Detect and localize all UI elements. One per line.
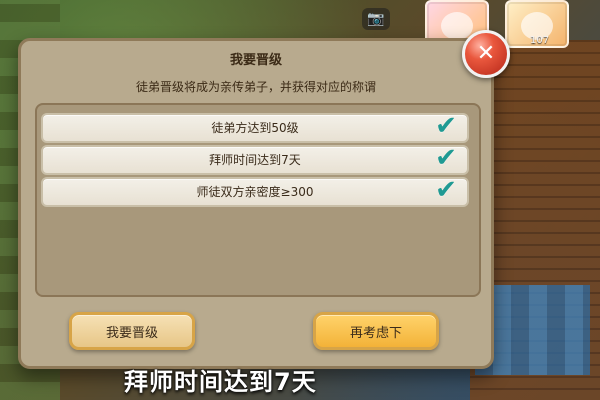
camera-button[interactable]: 📷 bbox=[362, 8, 390, 30]
requirement-item: 徒弟方达到50级 ✔ bbox=[41, 113, 469, 143]
upgrade-dialog: 我要晋级 徒弟晋级将成为亲传弟子，并获得对应的称谓 徒弟方达到50级 ✔ 拜师时… bbox=[18, 38, 494, 369]
camera-icon: 📷 bbox=[367, 11, 385, 27]
close-button[interactable]: ✕ bbox=[462, 30, 510, 78]
close-icon: ✕ bbox=[476, 41, 496, 66]
dialog-title: 我要晋级 bbox=[229, 53, 282, 68]
upgrade-button[interactable]: 我要晋级 bbox=[69, 312, 195, 350]
check-icon: ✔ bbox=[435, 175, 457, 205]
check-icon: ✔ bbox=[435, 111, 457, 141]
avatar-level: 107 bbox=[530, 35, 550, 46]
reconsider-button[interactable]: 再考虑下 bbox=[313, 312, 439, 350]
requirement-label: 拜师时间达到7天 bbox=[209, 153, 301, 167]
subtitle-caption: 拜师时间达到7天 bbox=[124, 368, 317, 396]
requirement-item: 师徒双方亲密度≥300 ✔ bbox=[41, 177, 469, 207]
dialog-subtitle: 徒弟晋级将成为亲传弟子，并获得对应的称谓 bbox=[135, 80, 376, 94]
requirement-item: 拜师时间达到7天 ✔ bbox=[41, 145, 469, 175]
check-icon: ✔ bbox=[435, 143, 457, 173]
requirement-label: 师徒双方亲密度≥300 bbox=[196, 185, 314, 199]
requirement-label: 徒弟方达到50级 bbox=[211, 121, 299, 135]
